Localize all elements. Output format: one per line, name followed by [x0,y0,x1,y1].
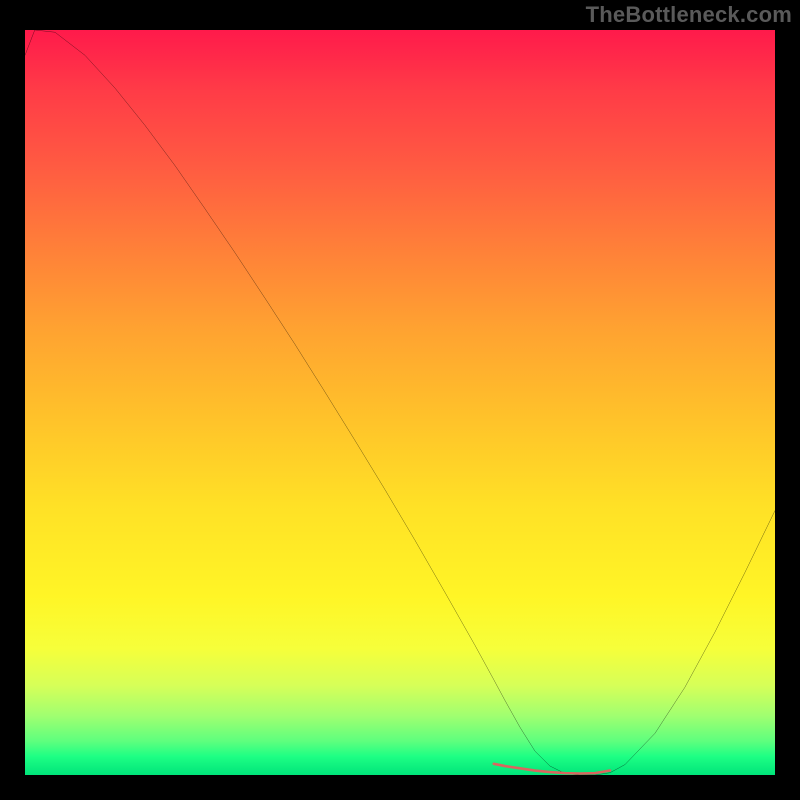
bottleneck-curve [25,30,775,775]
plot-area [25,30,775,775]
optimal-marker [494,764,610,774]
chart-frame: TheBottleneck.com [0,0,800,800]
curve-layer [25,30,775,775]
attribution-text: TheBottleneck.com [586,2,792,28]
